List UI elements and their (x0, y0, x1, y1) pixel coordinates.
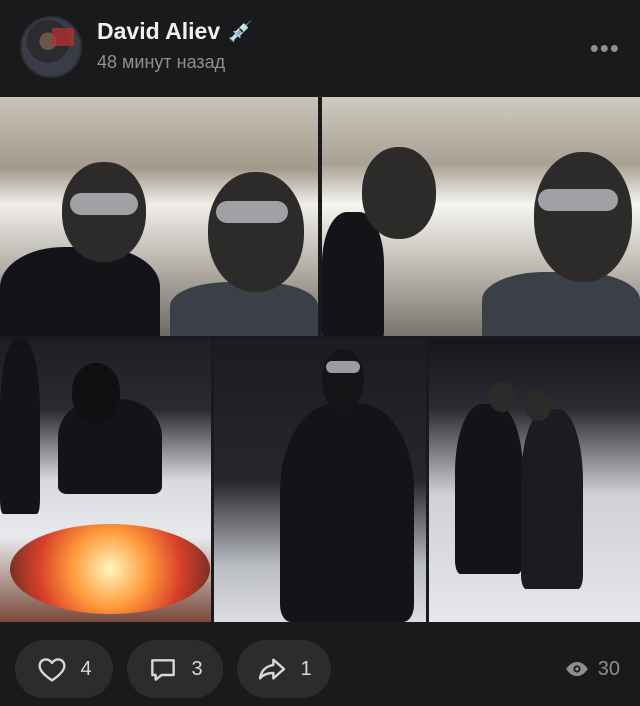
person-face (525, 391, 551, 421)
share-arrow-icon (259, 658, 286, 680)
person-face (489, 382, 515, 412)
comment-button[interactable]: 3 (127, 640, 223, 698)
person-face (362, 147, 436, 239)
post-timestamp[interactable]: 48 минут назад (97, 52, 225, 73)
person-silhouette (280, 404, 414, 622)
person-silhouette (0, 339, 40, 514)
face-blur (326, 361, 360, 373)
person-silhouette (482, 272, 640, 336)
like-count: 4 (80, 657, 92, 680)
views-counter: 30 (564, 656, 620, 682)
face-blur (70, 193, 138, 215)
person-silhouette (0, 247, 160, 336)
share-button[interactable]: 1 (237, 640, 331, 698)
view-count: 30 (597, 657, 620, 680)
heart-icon (38, 658, 66, 682)
author-avatar[interactable] (20, 16, 82, 78)
comment-icon (151, 659, 176, 681)
more-options-icon[interactable]: ••• (590, 33, 620, 64)
share-count: 1 (300, 657, 312, 680)
photo-3[interactable] (0, 339, 211, 622)
photo-1[interactable] (0, 97, 318, 336)
photo-2[interactable] (322, 97, 640, 336)
person-face (534, 152, 632, 282)
post-actions-bar: 4 3 1 30 (0, 640, 640, 698)
photo-4[interactable] (214, 339, 426, 622)
person-face (322, 349, 364, 411)
person-silhouette (322, 212, 384, 336)
person-silhouette (455, 404, 523, 574)
comment-count: 3 (191, 657, 203, 680)
bonfire (10, 524, 210, 614)
eye-icon (565, 661, 588, 677)
face-blur (216, 201, 288, 223)
photo-5[interactable] (429, 339, 640, 622)
face-blur (538, 189, 618, 211)
balaclava-face (72, 363, 120, 423)
person-silhouette (521, 409, 583, 589)
author-name-row[interactable]: David Aliev 💉 (97, 18, 253, 45)
post-header: David Aliev 💉 48 минут назад ••• (0, 0, 640, 96)
person-face (208, 172, 304, 292)
author-name[interactable]: David Aliev (97, 18, 220, 45)
syringe-emoji-icon: 💉 (228, 21, 254, 43)
like-button[interactable]: 4 (15, 640, 113, 698)
